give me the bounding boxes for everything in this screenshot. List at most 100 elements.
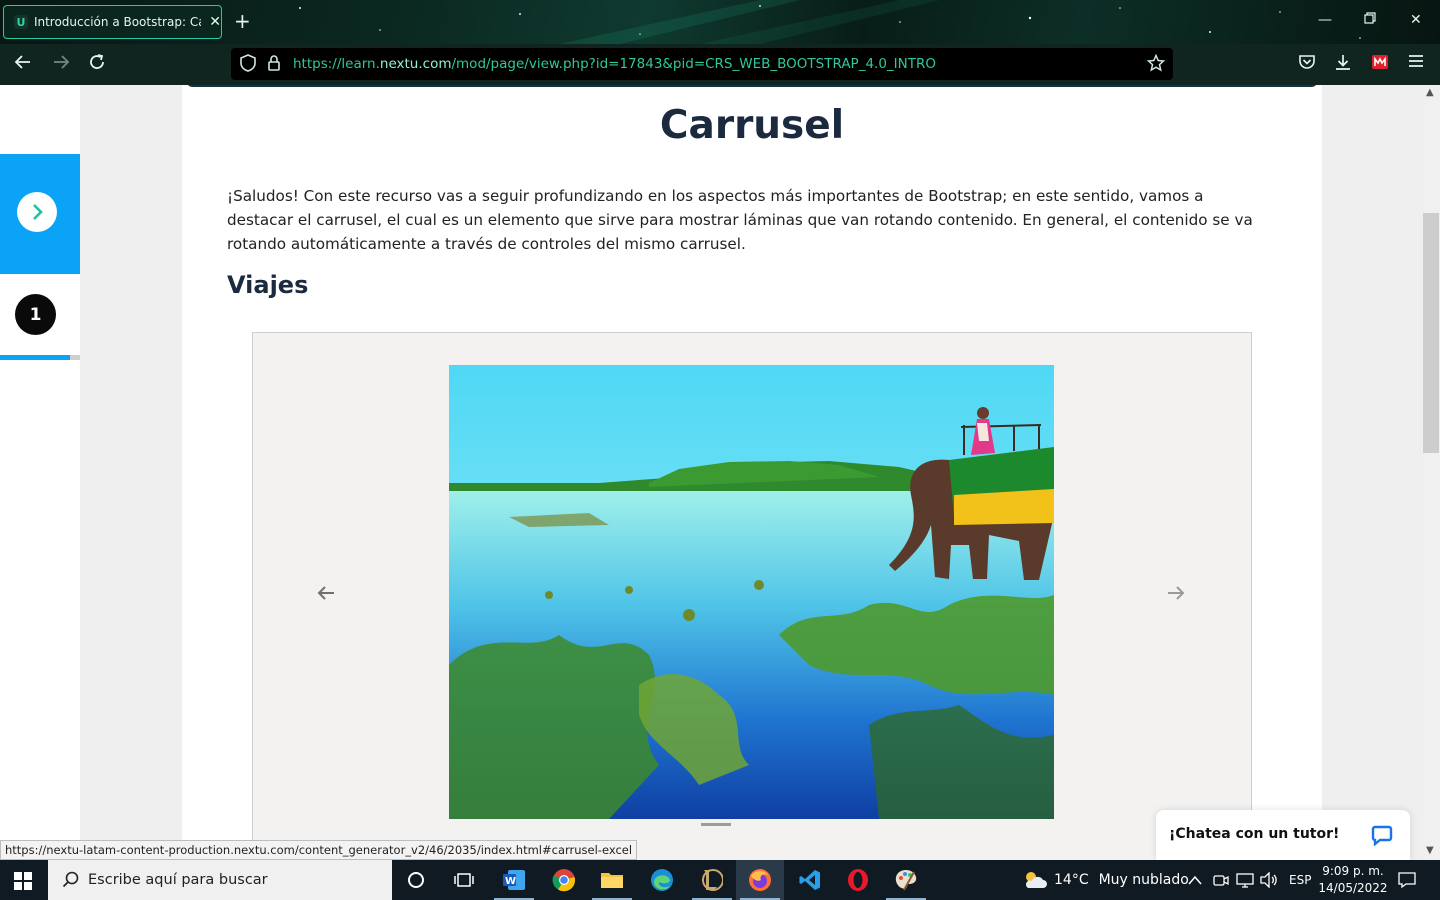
browser-nav-bar: https://learn.nextu.com/mod/page/view.ph… xyxy=(0,44,1440,85)
extension-m-icon xyxy=(1372,55,1388,69)
step-number-badge[interactable]: 1 xyxy=(15,294,56,335)
svg-text:W: W xyxy=(505,876,516,887)
shield-icon[interactable] xyxy=(240,54,256,76)
network-button[interactable] xyxy=(1236,860,1254,900)
pocket-button[interactable] xyxy=(1298,53,1316,76)
paint-palette-icon xyxy=(895,870,917,891)
notifications-button[interactable] xyxy=(1398,860,1416,900)
tab-close-icon[interactable]: ✕ xyxy=(209,14,221,30)
camera-icon xyxy=(1213,875,1229,886)
vscode-app[interactable] xyxy=(786,860,834,900)
lesson-content: Carrusel ¡Saludos! Con este recurso vas … xyxy=(182,85,1322,860)
hamburger-menu-icon xyxy=(1409,55,1423,67)
arrow-right-icon xyxy=(1168,586,1185,600)
carousel-next-button[interactable] xyxy=(1167,582,1185,606)
url-text[interactable]: https://learn.nextu.com/mod/page/view.ph… xyxy=(293,56,936,72)
clock-date: 14/05/2022 xyxy=(1318,881,1388,895)
section-title: Viajes xyxy=(227,271,309,299)
chevron-up-icon xyxy=(1188,875,1202,885)
edge-app[interactable] xyxy=(638,860,686,900)
word-app[interactable]: W xyxy=(490,860,538,900)
paint-app[interactable] xyxy=(882,860,930,900)
url-domain: nextu.com xyxy=(379,56,452,72)
left-navigation-panel: 1 xyxy=(0,85,80,860)
browser-tab-bar: U Introducción a Bootstrap: Carrusel ✕ +… xyxy=(0,0,1440,44)
weather-description: Muy nublado xyxy=(1098,872,1189,888)
new-tab-button[interactable]: + xyxy=(234,10,251,32)
word-icon: W xyxy=(503,870,525,890)
elephant-lake-photo xyxy=(449,365,1054,819)
arrow-left-icon xyxy=(317,586,334,600)
start-button[interactable] xyxy=(14,872,32,894)
reload-icon xyxy=(90,54,104,69)
task-view-button[interactable] xyxy=(440,860,488,900)
chat-bubble-icon[interactable] xyxy=(1371,824,1393,850)
edge-icon xyxy=(651,869,673,891)
nextu-favicon-icon: U xyxy=(14,15,28,29)
restore-button[interactable] xyxy=(1364,12,1376,28)
cloudy-weather-icon xyxy=(1025,872,1047,888)
clock-time: 9:09 p. m. xyxy=(1322,864,1384,878)
url-path: /mod/page/view.php?id=17843&pid=CRS_WEB_… xyxy=(451,56,936,72)
page-scrollbar[interactable]: ▲ ▼ xyxy=(1422,85,1440,860)
firefox-icon xyxy=(749,869,771,891)
speaker-icon xyxy=(1260,872,1277,888)
extension-button[interactable] xyxy=(1371,53,1389,76)
weather-temperature: 14°C xyxy=(1054,872,1089,888)
network-icon xyxy=(1236,873,1254,888)
progress-track xyxy=(70,355,80,360)
reload-button[interactable] xyxy=(88,53,106,76)
carousel-prev-button[interactable] xyxy=(317,582,335,606)
chrome-icon xyxy=(552,869,576,892)
taskbar-search-box[interactable]: Escribe aquí para buscar xyxy=(48,860,392,900)
opera-icon xyxy=(848,869,868,891)
pocket-icon xyxy=(1299,55,1315,69)
scroll-down-icon[interactable]: ▼ xyxy=(1426,845,1434,856)
address-bar[interactable]: https://learn.nextu.com/mod/page/view.ph… xyxy=(231,48,1173,80)
clock[interactable]: 9:09 p. m. 14/05/2022 xyxy=(1318,863,1388,897)
lock-icon[interactable] xyxy=(267,54,281,76)
forward-arrow-icon xyxy=(54,55,70,69)
weather-widget[interactable]: 14°C Muy nublado xyxy=(1022,860,1189,900)
scrollbar-thumb[interactable] xyxy=(1423,213,1439,453)
cortana-button[interactable] xyxy=(392,860,440,900)
next-step-button[interactable] xyxy=(17,192,57,232)
downloads-button[interactable] xyxy=(1334,53,1352,76)
show-hidden-icons-button[interactable] xyxy=(1188,860,1202,900)
opera-app[interactable] xyxy=(834,860,882,900)
close-window-button[interactable]: ✕ xyxy=(1410,12,1422,28)
scroll-up-icon[interactable]: ▲ xyxy=(1426,87,1434,98)
windows-logo-icon xyxy=(14,872,32,890)
language-indicator[interactable]: ESP xyxy=(1289,860,1311,900)
next-step-panel[interactable] xyxy=(0,154,80,274)
carousel-slide-image xyxy=(449,365,1054,819)
restore-icon xyxy=(1364,12,1376,24)
firefox-app[interactable] xyxy=(736,860,784,900)
chrome-app[interactable] xyxy=(540,860,588,900)
active-tab[interactable]: U Introducción a Bootstrap: Carrusel ✕ xyxy=(3,5,222,39)
back-arrow-icon xyxy=(14,55,30,69)
meet-now-button[interactable] xyxy=(1213,860,1229,900)
search-placeholder: Escribe aquí para buscar xyxy=(88,872,268,888)
back-button[interactable] xyxy=(14,53,32,76)
menu-button[interactable] xyxy=(1408,53,1424,74)
search-icon xyxy=(62,871,80,893)
tab-title: Introducción a Bootstrap: Carrusel xyxy=(33,15,201,29)
task-view-icon xyxy=(454,873,474,887)
league-app[interactable] xyxy=(688,860,736,900)
chat-widget[interactable]: ¡Chatea con un tutor! xyxy=(1156,810,1410,860)
url-prefix: https://learn. xyxy=(293,56,380,72)
file-explorer-app[interactable] xyxy=(588,860,636,900)
minimize-button[interactable]: — xyxy=(1318,12,1332,28)
windows-taskbar: Escribe aquí para buscar W 14°C Muy nubl… xyxy=(0,860,1440,900)
page-viewport: 1 Carrusel ¡Saludos! Con este recurso va… xyxy=(0,85,1422,860)
carousel xyxy=(252,332,1252,860)
volume-button[interactable] xyxy=(1260,860,1278,900)
chat-label: ¡Chatea con un tutor! xyxy=(1169,826,1340,842)
folder-icon xyxy=(601,873,623,888)
carousel-indicator[interactable] xyxy=(701,823,731,826)
page-title: Carrusel xyxy=(659,103,845,148)
forward-button[interactable] xyxy=(52,53,70,76)
cortana-icon xyxy=(408,872,424,888)
bookmark-star-icon[interactable] xyxy=(1146,53,1166,76)
